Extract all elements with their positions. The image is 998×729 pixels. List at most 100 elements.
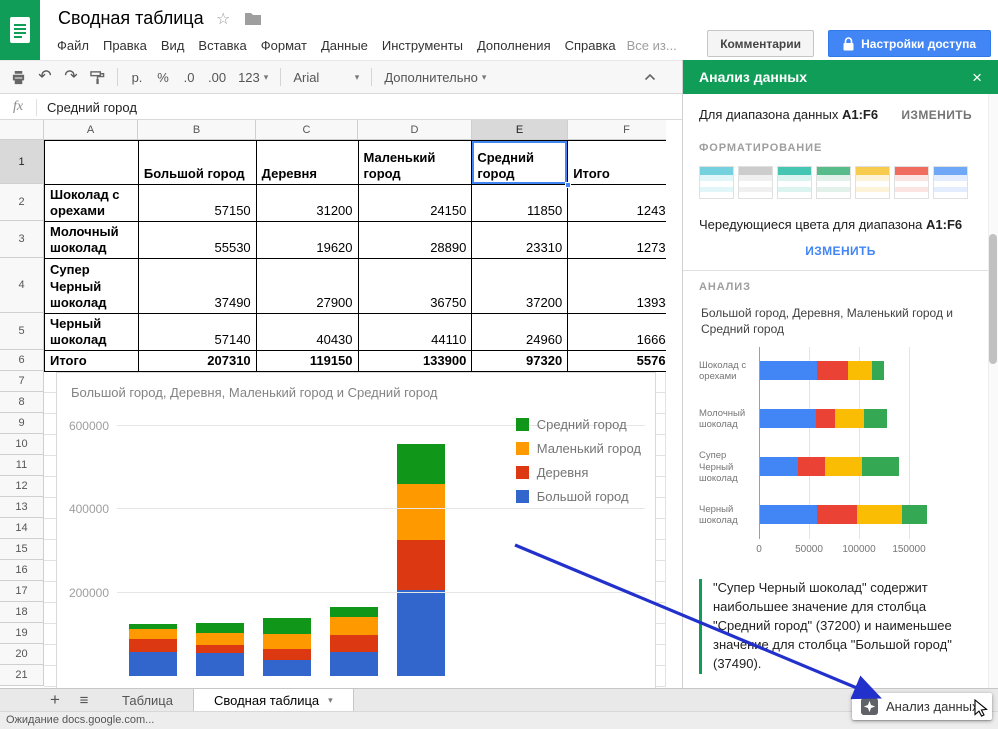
folder-icon[interactable] <box>244 12 262 29</box>
add-sheet-button[interactable]: + <box>40 689 70 711</box>
decrease-decimal-button[interactable]: .0 <box>177 65 201 89</box>
cell-D1[interactable]: Маленький город <box>359 141 473 185</box>
row-header-16[interactable]: 16 <box>0 560 44 581</box>
row-header-1[interactable]: 1 <box>0 140 44 184</box>
row-header-9[interactable]: 9 <box>0 413 44 434</box>
row-header-21[interactable]: 21 <box>0 665 44 686</box>
cell-E3[interactable]: 23310 <box>472 222 568 259</box>
row-header-7[interactable]: 7 <box>0 371 44 392</box>
cell-E2[interactable]: 11850 <box>472 185 568 222</box>
cell-D5[interactable]: 44110 <box>359 314 473 351</box>
redo-button[interactable]: ↷ <box>59 65 83 89</box>
cell-B1[interactable]: Большой город <box>139 141 257 185</box>
close-icon[interactable]: × <box>972 69 982 86</box>
sheets-logo-icon[interactable] <box>0 0 40 60</box>
row-header-8[interactable]: 8 <box>0 392 44 413</box>
cell-C5[interactable]: 40430 <box>257 314 359 351</box>
cell-C1[interactable]: Деревня <box>257 141 359 185</box>
cell-F4[interactable]: 139340 <box>568 259 666 314</box>
row-header-12[interactable]: 12 <box>0 476 44 497</box>
font-select[interactable]: Arial ▾ <box>288 65 364 89</box>
row-header-17[interactable]: 17 <box>0 581 44 602</box>
cell-C2[interactable]: 31200 <box>257 185 359 222</box>
cell-C3[interactable]: 19620 <box>257 222 359 259</box>
percent-format-button[interactable]: % <box>151 65 175 89</box>
edit-range-button[interactable]: ИЗМЕНИТЬ <box>901 108 972 122</box>
cell-D4[interactable]: 36750 <box>359 259 473 314</box>
cell-E6[interactable]: 97320 <box>472 351 568 372</box>
column-header-A[interactable]: A <box>44 120 138 140</box>
embedded-chart[interactable]: Большой город, Деревня, Маленький город … <box>56 372 656 688</box>
menu-item-Вид[interactable]: Вид <box>154 35 192 56</box>
row-header-3[interactable]: 3 <box>0 221 44 258</box>
collapse-toolbar-button[interactable] <box>638 65 662 89</box>
all-sheets-menu-icon[interactable]: ≡ <box>70 689 98 711</box>
column-header-F[interactable]: F <box>568 120 666 140</box>
row-header-11[interactable]: 11 <box>0 455 44 476</box>
menu-item-Дополнения[interactable]: Дополнения <box>470 35 558 56</box>
currency-format-button[interactable]: р. <box>125 65 149 89</box>
color-scheme-7[interactable] <box>933 166 968 199</box>
column-header-C[interactable]: C <box>256 120 358 140</box>
column-header-D[interactable]: D <box>358 120 472 140</box>
row-header-18[interactable]: 18 <box>0 602 44 623</box>
sheet-tab-Таблица[interactable]: Таблица <box>102 689 193 711</box>
cell-E4[interactable]: 37200 <box>472 259 568 314</box>
more-toolbar-button[interactable]: Дополнительно ▾ <box>379 65 491 89</box>
cell-A6[interactable]: Итого <box>45 351 139 372</box>
cell-B2[interactable]: 57150 <box>139 185 257 222</box>
cell-A2[interactable]: Шоколад с орехами <box>45 185 139 222</box>
row-header-6[interactable]: 6 <box>0 350 44 371</box>
color-scheme-4[interactable] <box>816 166 851 199</box>
cell-A4[interactable]: Супер Черный шоколад <box>45 259 139 314</box>
menu-item-Справка[interactable]: Справка <box>558 35 623 56</box>
cell-E1[interactable]: Средний город <box>472 141 568 185</box>
cell-F6[interactable]: 557680 <box>568 351 666 372</box>
color-scheme-3[interactable] <box>777 166 812 199</box>
tab-dropdown-icon[interactable]: ▾ <box>328 695 333 706</box>
panel-scrollbar-thumb[interactable] <box>989 234 997 364</box>
formula-input[interactable]: Средний город <box>37 100 137 115</box>
cell-F1[interactable]: Итого <box>568 141 666 185</box>
menu-item-Файл[interactable]: Файл <box>50 35 96 56</box>
mini-chart[interactable]: 050000100000150000Шоколад с орехамиМолоч… <box>699 347 982 567</box>
number-format-button[interactable]: 123 ▾ <box>233 65 273 89</box>
column-header-E[interactable]: E <box>472 120 568 140</box>
cell-B4[interactable]: 37490 <box>139 259 257 314</box>
paint-format-button[interactable] <box>85 65 110 89</box>
row-header-20[interactable]: 20 <box>0 644 44 665</box>
cell-C4[interactable]: 27900 <box>257 259 359 314</box>
row-header-19[interactable]: 19 <box>0 623 44 644</box>
cell-B5[interactable]: 57140 <box>139 314 257 351</box>
menu-item-Данные[interactable]: Данные <box>314 35 375 56</box>
cell-B3[interactable]: 55530 <box>139 222 257 259</box>
cell-F5[interactable]: 166640 <box>568 314 666 351</box>
cell-A5[interactable]: Черный шоколад <box>45 314 139 351</box>
cell-A3[interactable]: Молочный шоколад <box>45 222 139 259</box>
panel-scrollbar[interactable] <box>988 94 998 688</box>
row-header-14[interactable]: 14 <box>0 518 44 539</box>
cell-F3[interactable]: 127350 <box>568 222 666 259</box>
sheet-tab-Сводная таблица[interactable]: Сводная таблица▾ <box>193 689 354 711</box>
cell-D6[interactable]: 133900 <box>359 351 473 372</box>
star-icon[interactable]: ☆ <box>216 9 230 29</box>
cell-A1[interactable] <box>45 141 139 185</box>
cell-B6[interactable]: 207310 <box>139 351 257 372</box>
increase-decimal-button[interactable]: .00 <box>203 65 231 89</box>
row-header-10[interactable]: 10 <box>0 434 44 455</box>
comments-button[interactable]: Комментарии <box>707 30 814 57</box>
cell-E5[interactable]: 24960 <box>472 314 568 351</box>
fill-handle[interactable] <box>565 182 571 188</box>
undo-button[interactable]: ↶ <box>33 65 57 89</box>
row-header-5[interactable]: 5 <box>0 313 44 350</box>
row-header-15[interactable]: 15 <box>0 539 44 560</box>
menu-item-Вставка[interactable]: Вставка <box>191 35 253 56</box>
share-button[interactable]: Настройки доступа <box>828 30 991 57</box>
row-header-4[interactable]: 4 <box>0 258 44 313</box>
column-header-B[interactable]: B <box>138 120 256 140</box>
color-scheme-5[interactable] <box>855 166 890 199</box>
explore-button[interactable]: Анализ данных <box>852 693 992 720</box>
print-button[interactable] <box>6 65 31 89</box>
doc-title[interactable]: Сводная таблица <box>58 8 204 29</box>
menu-item-Формат[interactable]: Формат <box>254 35 314 56</box>
